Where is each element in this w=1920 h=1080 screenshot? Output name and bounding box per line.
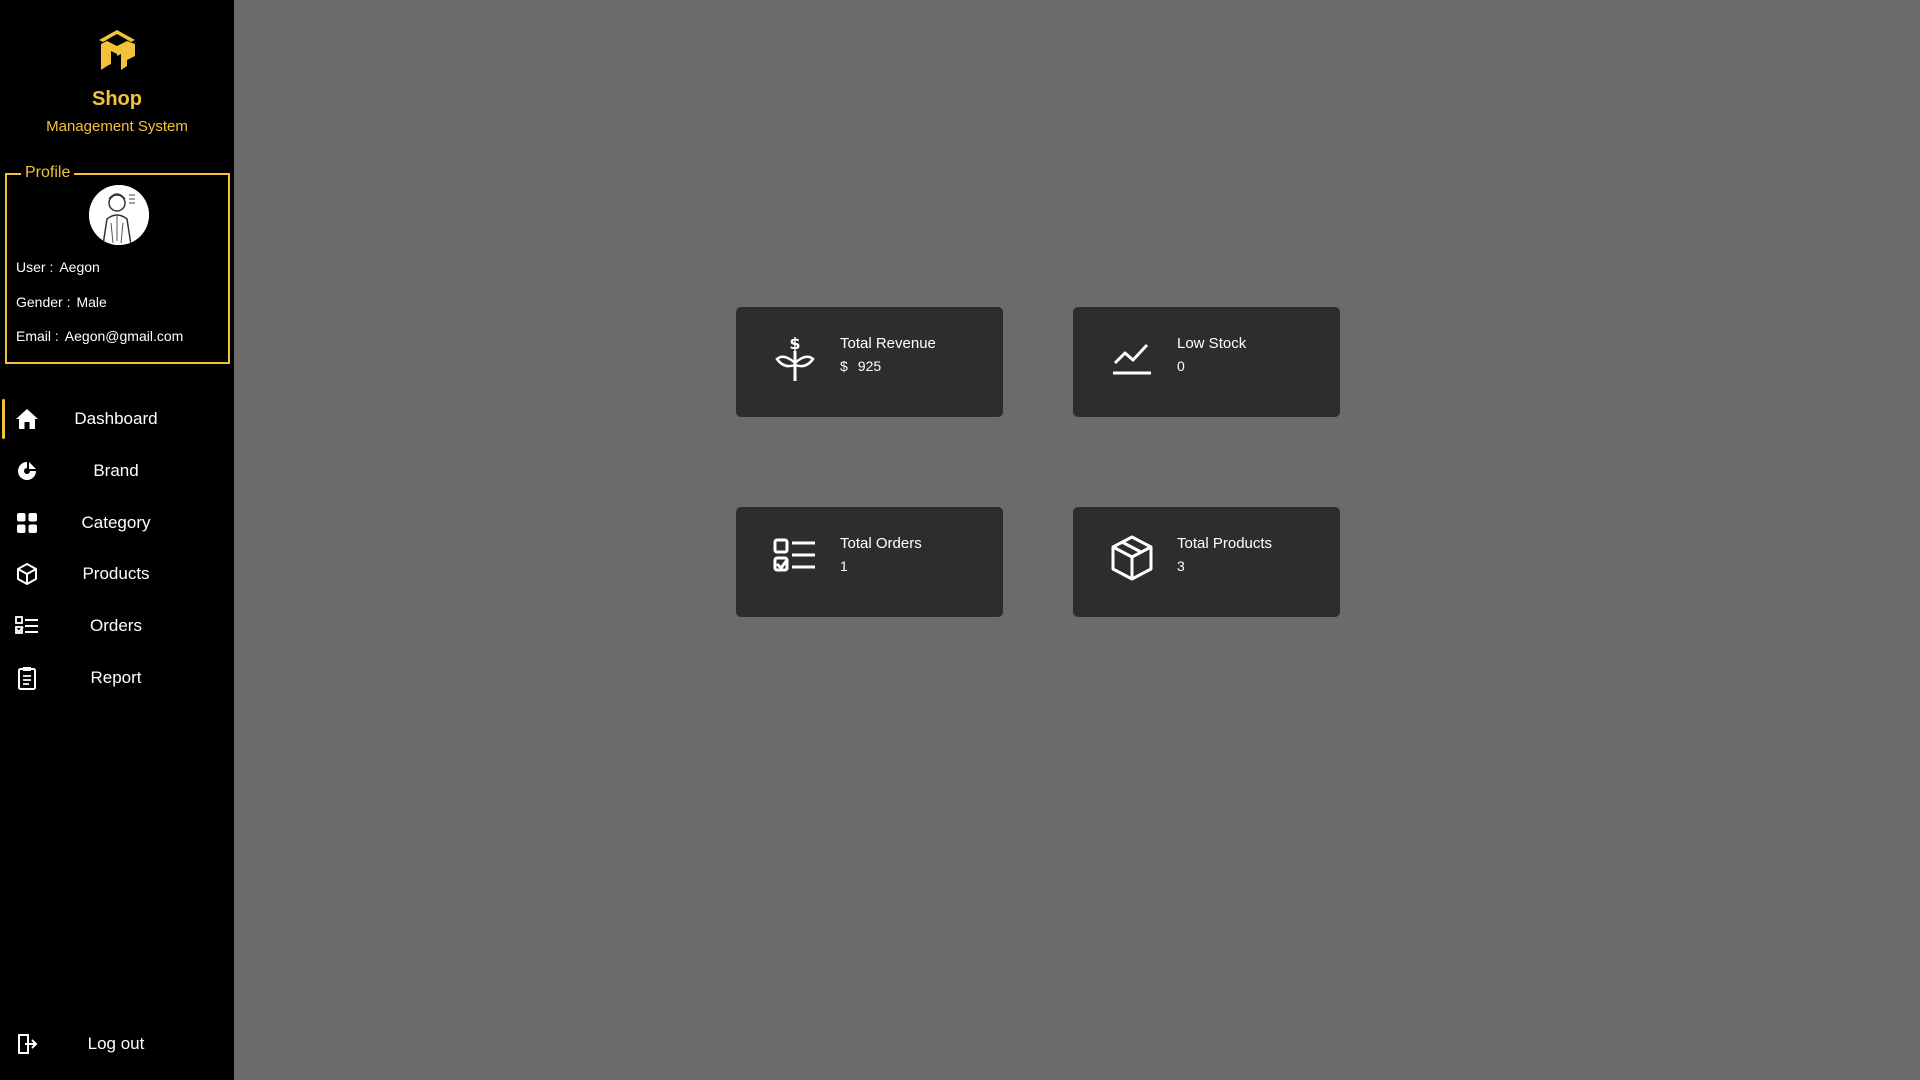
card-total-orders: Total Orders 1 bbox=[736, 507, 1003, 617]
email-value: Aegon@gmail.com bbox=[64, 328, 184, 344]
card-title: Total Revenue bbox=[840, 335, 936, 352]
sidebar: Shop Management System Profile User : Aeg… bbox=[0, 0, 234, 1080]
card-value: 0 bbox=[1177, 358, 1185, 374]
logout-label: Log out bbox=[87, 1034, 145, 1053]
home-icon bbox=[14, 407, 40, 431]
svg-text:$: $ bbox=[789, 334, 800, 353]
sidebar-item-category[interactable]: Category bbox=[0, 501, 234, 545]
clipboard-icon bbox=[14, 666, 40, 690]
logout-button[interactable]: Log out bbox=[0, 1022, 234, 1066]
email-label: Email : bbox=[16, 328, 59, 344]
user-value: Aegon bbox=[59, 259, 100, 275]
app-title: Shop bbox=[92, 88, 142, 110]
shop-logo-icon bbox=[0, 26, 234, 82]
trend-chart-icon bbox=[1109, 333, 1155, 383]
gender-value: Male bbox=[76, 294, 107, 310]
user-avatar bbox=[89, 185, 149, 245]
gender-label: Gender : bbox=[16, 294, 71, 310]
sidebar-item-label: Dashboard bbox=[74, 409, 158, 428]
card-title: Total Orders bbox=[840, 535, 922, 552]
currency-symbol: $ bbox=[840, 358, 848, 374]
user-label: User : bbox=[16, 259, 54, 275]
card-total-products: Total Products 3 bbox=[1073, 507, 1340, 617]
card-value: 1 bbox=[840, 558, 848, 574]
profile-gender: Gender : Male bbox=[16, 294, 107, 310]
profile-panel: Profile User : Aegon Gender : Male Email :… bbox=[5, 164, 230, 364]
sidebar-item-products[interactable]: Products bbox=[0, 552, 234, 596]
box-icon bbox=[14, 562, 40, 586]
sidebar-item-label: Report bbox=[90, 668, 142, 687]
revenue-plant-icon: $ bbox=[772, 333, 818, 383]
sidebar-item-label: Brand bbox=[93, 461, 139, 480]
card-total-revenue: $ Total Revenue $925 bbox=[736, 307, 1003, 417]
sidebar-item-label: Category bbox=[81, 513, 151, 532]
card-value: 3 bbox=[1177, 558, 1185, 574]
sidebar-item-orders[interactable]: Orders bbox=[0, 604, 234, 648]
sidebar-item-label: Orders bbox=[90, 616, 142, 635]
sidebar-item-report[interactable]: Report bbox=[0, 656, 234, 700]
card-low-stock: Low Stock 0 bbox=[1073, 307, 1340, 417]
box-icon bbox=[1109, 533, 1155, 583]
sidebar-item-label: Products bbox=[82, 564, 150, 583]
revenue-value: 925 bbox=[857, 358, 882, 374]
profile-legend: Profile bbox=[21, 164, 75, 182]
checklist-icon bbox=[772, 533, 818, 583]
app-window: Shop Management System Profile User : Aeg… bbox=[0, 0, 1920, 1080]
brand-icon bbox=[14, 459, 40, 483]
card-value: $925 bbox=[840, 358, 881, 374]
app-subtitle: Management System bbox=[46, 118, 188, 135]
logout-icon bbox=[14, 1032, 40, 1056]
card-title: Low Stock bbox=[1177, 335, 1247, 352]
sidebar-item-brand[interactable]: Brand bbox=[0, 449, 234, 493]
checklist-icon bbox=[14, 614, 40, 638]
profile-user: User : Aegon bbox=[16, 259, 100, 275]
sidebar-item-dashboard[interactable]: Dashboard bbox=[0, 397, 234, 441]
profile-email: Email : Aegon@gmail.com bbox=[16, 328, 183, 344]
card-title: Total Products bbox=[1177, 535, 1273, 552]
grid-icon bbox=[14, 511, 40, 535]
